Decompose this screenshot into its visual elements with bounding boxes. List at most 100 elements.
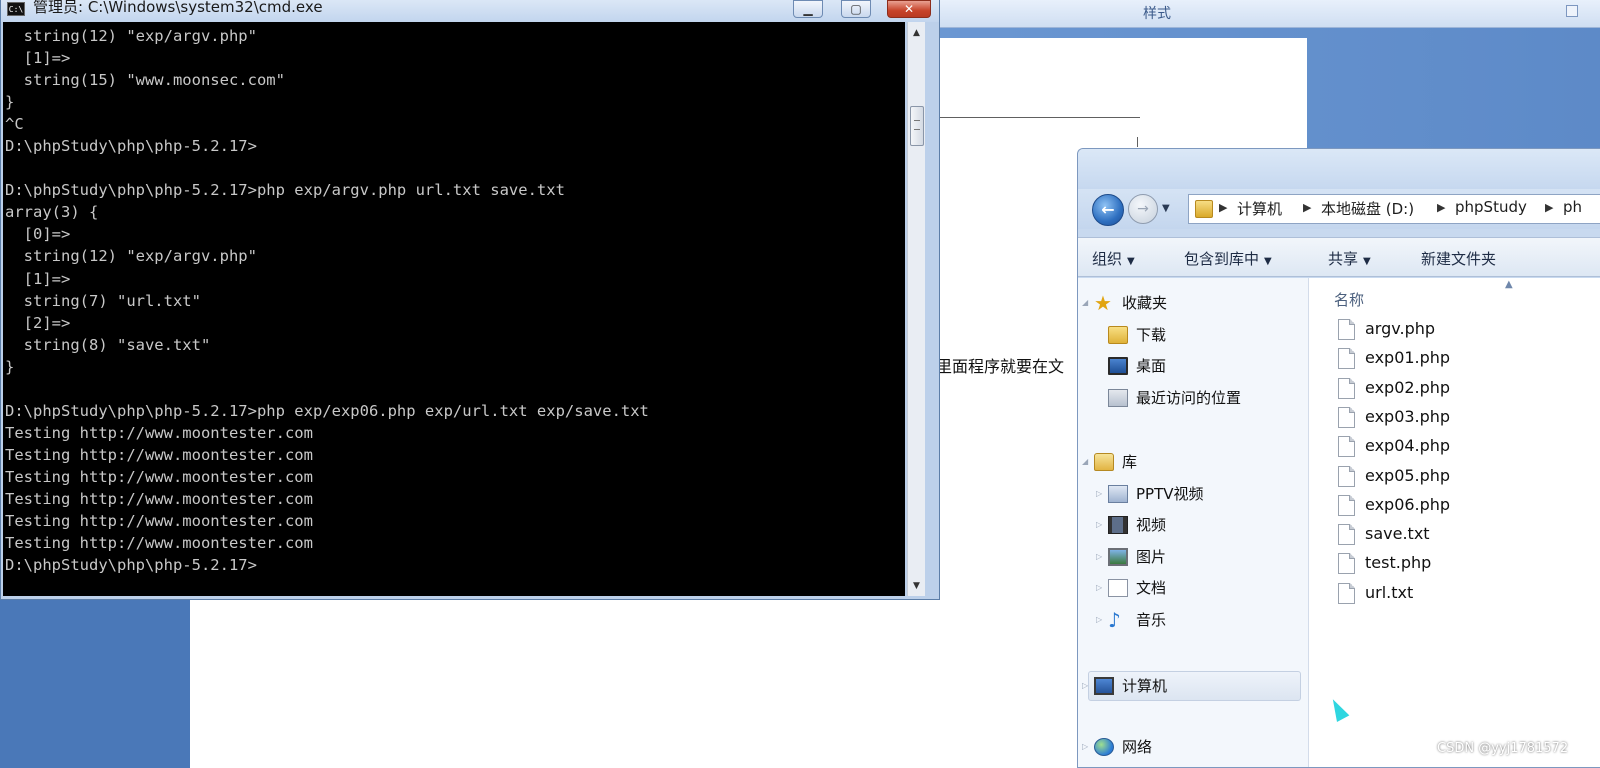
document-text-fragment: 里面程序就要在文 [936, 357, 1065, 376]
collapse-arrow-icon[interactable]: ◢ [1082, 292, 1088, 314]
pptv-library-icon [1108, 485, 1128, 503]
new-folder-button[interactable]: 新建文件夹 [1421, 248, 1496, 269]
file-icon [1338, 524, 1355, 546]
console-line: string(15) "www.moonsec.com" [5, 71, 285, 90]
include-in-library-button[interactable]: 包含到库中 ▼ [1184, 248, 1272, 269]
file-list-pane[interactable]: ▲ 名称 argv.php exp01.php exp02.php exp03.php… [1309, 278, 1600, 767]
console-scrollbar[interactable]: ▲ ▼ [907, 22, 925, 596]
cmd-window-title: 管理员: C:\Windows\system32\cmd.exe [33, 0, 323, 16]
ribbon-bar [935, 0, 1600, 28]
nav-desktop-label: 桌面 [1136, 357, 1167, 375]
collapse-arrow-icon[interactable]: ◢ [1082, 451, 1088, 473]
network-globe-icon [1094, 738, 1114, 756]
organize-button[interactable]: 组织 ▼ [1092, 248, 1135, 269]
share-label: 共享 [1328, 250, 1359, 268]
console-line: string(7) "url.txt" [5, 291, 201, 310]
breadcrumb-separator-icon[interactable]: ▶ [1219, 201, 1227, 214]
pictures-icon [1108, 548, 1128, 566]
computer-icon [1094, 677, 1114, 695]
organize-label: 组织 [1092, 250, 1123, 268]
console-line: D:\phpStudy\php\php-5.2.17>php exp/exp06… [5, 401, 649, 420]
file-name: exp01.php [1365, 348, 1451, 368]
address-bar[interactable]: ▶ 计算机 ▶ 本地磁盘 (D:) ▶ phpStudy ▶ ph [1188, 194, 1600, 224]
minimize-button[interactable]: ▁ [793, 0, 823, 18]
console-line: array(3) { [5, 203, 99, 222]
ribbon-styles-label[interactable]: 样式 [1143, 3, 1171, 23]
nav-pptv-label: PPTV视频 [1136, 485, 1204, 503]
breadcrumb-php[interactable]: ph [1563, 198, 1582, 216]
console-line: string(12) "exp/argv.php" [5, 247, 257, 266]
console-line: ^C [5, 115, 24, 134]
console-line: [1]=> [5, 269, 71, 288]
share-button[interactable]: 共享 ▼ [1328, 248, 1371, 269]
recent-places-icon [1108, 389, 1128, 407]
console-line: } [5, 357, 15, 376]
chevron-down-icon: ▼ [1264, 256, 1272, 267]
cmd-titlebar[interactable]: C:\ 管理员: C:\Windows\system32\cmd.exe ▁ ▢… [1, 0, 939, 22]
expand-arrow-icon[interactable]: ▷ [1096, 514, 1102, 536]
cmd-app-icon[interactable]: C:\ [7, 2, 25, 16]
recent-pages-dropdown-icon[interactable]: ▼ [1162, 203, 1170, 214]
file-icon [1338, 494, 1355, 516]
forward-button[interactable]: → [1128, 194, 1158, 224]
scroll-up-arrow-icon[interactable]: ▲ [908, 25, 925, 41]
scrollbar-thumb[interactable] [910, 106, 924, 146]
file-name: exp06.php [1365, 494, 1451, 514]
file-name: exp04.php [1365, 436, 1451, 456]
nav-videos-label: 视频 [1136, 516, 1167, 534]
file-corner-fold [1349, 406, 1355, 413]
file-corner-fold [1349, 553, 1355, 560]
nav-documents-label: 文档 [1136, 579, 1167, 597]
expand-arrow-icon[interactable]: ▷ [1096, 546, 1102, 568]
nav-recent-places-label: 最近访问的位置 [1136, 389, 1242, 407]
explorer-body: ◢ ★ 收藏夹 下载 桌面 最近访问的位置 ◢ 库 ▷ PPTV视频 ▷ 视频 … [1078, 278, 1600, 767]
file-name: exp03.php [1365, 406, 1451, 426]
dialog-launcher-icon[interactable] [1566, 5, 1578, 17]
console-line: } [5, 93, 15, 112]
close-button[interactable]: ✕ [887, 0, 931, 18]
breadcrumb-separator-icon[interactable]: ▶ [1303, 201, 1311, 214]
file-icon [1338, 406, 1355, 428]
file-corner-fold [1349, 436, 1355, 443]
maximize-button[interactable]: ▢ [841, 0, 871, 18]
file-corner-fold [1349, 524, 1355, 531]
file-name: url.txt [1365, 582, 1414, 602]
cmd-window[interactable]: C:\ 管理员: C:\Windows\system32\cmd.exe ▁ ▢… [0, 0, 940, 600]
column-header-name[interactable]: 名称 [1334, 289, 1364, 310]
breadcrumb-phpstudy[interactable]: phpStudy [1455, 198, 1527, 216]
nav-network-label: 网络 [1122, 738, 1153, 756]
expand-arrow-icon[interactable]: ▷ [1096, 483, 1102, 505]
console-line: Testing http://www.moontester.com [5, 423, 313, 442]
nav-downloads-label: 下载 [1136, 326, 1167, 344]
video-icon [1108, 516, 1128, 534]
navigation-pane[interactable]: ◢ ★ 收藏夹 下载 桌面 最近访问的位置 ◢ 库 ▷ PPTV视频 ▷ 视频 … [1078, 278, 1309, 767]
console-line: D:\phpStudy\php\php-5.2.17>php exp/argv.… [5, 181, 565, 200]
breadcrumb-separator-icon[interactable]: ▶ [1545, 201, 1553, 214]
file-icon [1338, 348, 1355, 370]
nav-favorites-label: 收藏夹 [1122, 294, 1168, 312]
breadcrumb-drive-d[interactable]: 本地磁盘 (D:) [1321, 198, 1414, 219]
documents-icon [1108, 579, 1128, 597]
file-icon [1338, 319, 1355, 340]
nav-computer-selected-row[interactable] [1088, 671, 1301, 701]
grip-icon [914, 120, 920, 130]
nav-libraries-label: 库 [1122, 453, 1138, 471]
expand-arrow-icon[interactable]: ▷ [1082, 675, 1088, 697]
scroll-down-arrow-icon[interactable]: ▼ [908, 578, 925, 594]
explorer-window[interactable]: ← → ▼ ▶ 计算机 ▶ 本地磁盘 (D:) ▶ phpStudy ▶ ph … [1077, 148, 1600, 768]
console-line: string(8) "save.txt" [5, 335, 211, 354]
expand-arrow-icon[interactable]: ▷ [1096, 609, 1102, 631]
file-corner-fold [1349, 348, 1355, 355]
breadcrumb-computer[interactable]: 计算机 [1237, 198, 1282, 219]
back-button[interactable]: ← [1092, 194, 1124, 226]
console-output[interactable]: string(12) "exp/argv.php" [1]=> string(1… [3, 22, 905, 596]
desktop-icon [1108, 357, 1128, 375]
star-icon: ★ [1094, 291, 1112, 315]
file-icon [1338, 377, 1355, 399]
explorer-titlebar[interactable] [1078, 149, 1600, 189]
breadcrumb-separator-icon[interactable]: ▶ [1437, 201, 1445, 214]
expand-arrow-icon[interactable]: ▷ [1096, 577, 1102, 599]
console-line: [2]=> [5, 313, 71, 332]
expand-arrow-icon[interactable]: ▷ [1082, 736, 1088, 758]
